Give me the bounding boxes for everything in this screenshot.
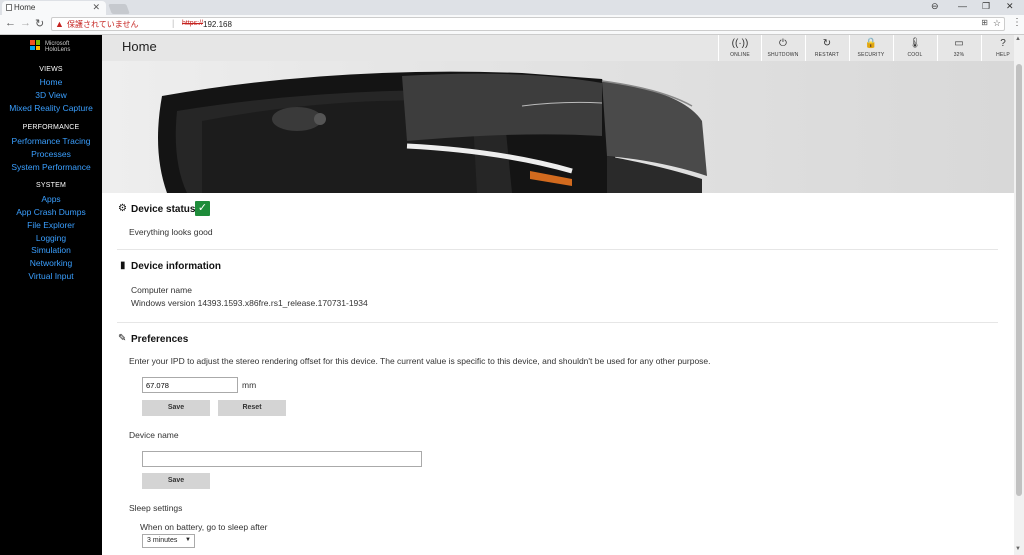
sidebar-item-logging[interactable]: Logging	[0, 233, 102, 243]
device-name-label: Device name	[129, 430, 179, 440]
divider	[117, 322, 998, 323]
tab-title: Home	[14, 3, 36, 12]
sidebar-item-3d-view[interactable]: 3D View	[0, 90, 102, 100]
logo-text: Microsoft HoloLens	[45, 41, 71, 53]
forward-icon[interactable]: →	[20, 17, 31, 29]
sidebar-item-performance-tracing[interactable]: Performance Tracing	[0, 136, 102, 146]
battery-button[interactable]: ▭ 32%	[937, 35, 980, 61]
ipd-description: Enter your IPD to adjust the stereo rend…	[129, 356, 711, 366]
sidebar-item-virtual-input[interactable]: Virtual Input	[0, 271, 102, 281]
hololens-hero-image	[102, 61, 1014, 193]
lock-icon: 🔒	[864, 38, 878, 49]
scrollbar-thumb[interactable]	[1016, 64, 1022, 496]
bookmark-star-icon[interactable]: ☆	[993, 18, 1001, 29]
browser-tab[interactable]: Home ✕	[2, 1, 106, 15]
security-button[interactable]: 🔒 SECURITY	[849, 35, 892, 61]
device-information-title: Device information	[131, 261, 222, 272]
battery-sleep-label: When on battery, go to sleep after	[140, 522, 268, 532]
thermal-button[interactable]: 🌡 COOL	[893, 35, 936, 61]
reload-icon[interactable]: ↻	[35, 17, 44, 30]
nav-heading-performance: PERFORMANCE	[22, 124, 80, 131]
thermometer-icon: 🌡	[908, 38, 922, 49]
separator: |	[172, 18, 175, 28]
divider	[117, 249, 998, 250]
device-icon: ▮	[120, 260, 126, 271]
status-icon: ⚙	[118, 203, 127, 214]
pencil-icon: ✎	[118, 333, 127, 344]
power-icon: ⏻	[779, 38, 787, 49]
device-name-input[interactable]	[142, 451, 422, 467]
microsoft-logo	[30, 40, 40, 50]
translate-icon[interactable]: ⊞	[981, 18, 988, 27]
window-close-icon[interactable]: ✕	[1006, 1, 1014, 12]
device-status-title: Device status	[131, 204, 196, 215]
restart-icon: ↻	[822, 38, 832, 49]
battery-sleep-value: 3 minutes	[147, 537, 178, 544]
sidebar-item-app-crash-dumps[interactable]: App Crash Dumps	[0, 207, 102, 217]
restore-icon[interactable]: ❐	[982, 1, 990, 12]
battery-sleep-select[interactable]: 3 minutes ▼	[142, 534, 195, 548]
account-icon[interactable]: ⊖	[931, 1, 939, 12]
tab-close-icon[interactable]: ✕	[92, 2, 100, 13]
sidebar-item-home[interactable]: Home	[0, 77, 102, 87]
sidebar-item-apps[interactable]: Apps	[0, 194, 102, 204]
sleep-settings-label: Sleep settings	[129, 503, 183, 513]
restart-button[interactable]: ↻ RESTART	[805, 35, 848, 61]
status-ok-check-icon: ✓	[195, 201, 210, 216]
online-button[interactable]: ((·)) ONLINE	[718, 35, 761, 61]
new-tab-button[interactable]	[108, 4, 130, 14]
nav-heading-system: SYSTEM	[36, 182, 66, 189]
nav-heading-views: VIEWS	[39, 66, 63, 73]
warning-icon[interactable]: ▲	[55, 19, 64, 29]
sidebar-item-file-explorer[interactable]: File Explorer	[0, 220, 102, 230]
back-icon[interactable]: ←	[5, 17, 16, 29]
sidebar-item-simulation[interactable]: Simulation	[0, 245, 102, 255]
preferences-title: Preferences	[131, 334, 189, 345]
hololens-illustration	[158, 71, 707, 193]
address-bar[interactable]: ▲ 保護されていません | https:// 192.168 ⊞ ☆	[51, 17, 1005, 31]
scroll-up-icon[interactable]: ▲	[1015, 36, 1021, 42]
page-header: Home ((·)) ONLINE ⏻ SHUTDOWN ↻ RESTART 🔒…	[102, 35, 1014, 61]
url-host: 192.168	[203, 20, 232, 29]
sidebar-item-processes[interactable]: Processes	[0, 149, 102, 159]
ipd-save-button[interactable]: Save	[142, 400, 210, 416]
device-status-message: Everything looks good	[129, 227, 213, 237]
windows-version: Windows version 14393.1593.x86fre.rs1_re…	[131, 298, 368, 308]
sidebar-item-system-performance[interactable]: System Performance	[0, 162, 102, 172]
scroll-down-icon[interactable]: ▼	[1015, 546, 1021, 552]
ipd-unit: mm	[242, 380, 257, 390]
battery-icon: ▭	[954, 38, 964, 49]
minimize-icon[interactable]: —	[958, 1, 967, 11]
browser-menu-icon[interactable]: ⋮	[1012, 17, 1022, 28]
sidebar: Microsoft HoloLens VIEWS Home 3D View Mi…	[0, 35, 102, 555]
browser-tab-strip: Home ✕ ⊖ — ❐ ✕	[0, 0, 1024, 15]
computer-name-label: Computer name	[131, 285, 192, 295]
device-name-save-button[interactable]: Save	[142, 473, 210, 489]
sidebar-item-mixed-reality-capture[interactable]: Mixed Reality Capture	[0, 103, 102, 113]
dropdown-arrow-icon: ▼	[185, 537, 191, 543]
page-icon	[6, 4, 12, 11]
shutdown-button[interactable]: ⏻ SHUTDOWN	[761, 35, 804, 61]
page-title: Home	[122, 39, 157, 54]
security-status[interactable]: 保護されていません	[67, 19, 139, 30]
wireless-icon: ((·))	[731, 38, 749, 49]
sidebar-item-networking[interactable]: Networking	[0, 258, 102, 268]
url-scheme: https://	[182, 20, 204, 27]
ipd-input[interactable]	[142, 377, 238, 393]
browser-toolbar: ← → ↻ ▲ 保護されていません | https:// 192.168 ⊞ ☆…	[0, 15, 1024, 35]
ipd-reset-button[interactable]: Reset	[218, 400, 286, 416]
